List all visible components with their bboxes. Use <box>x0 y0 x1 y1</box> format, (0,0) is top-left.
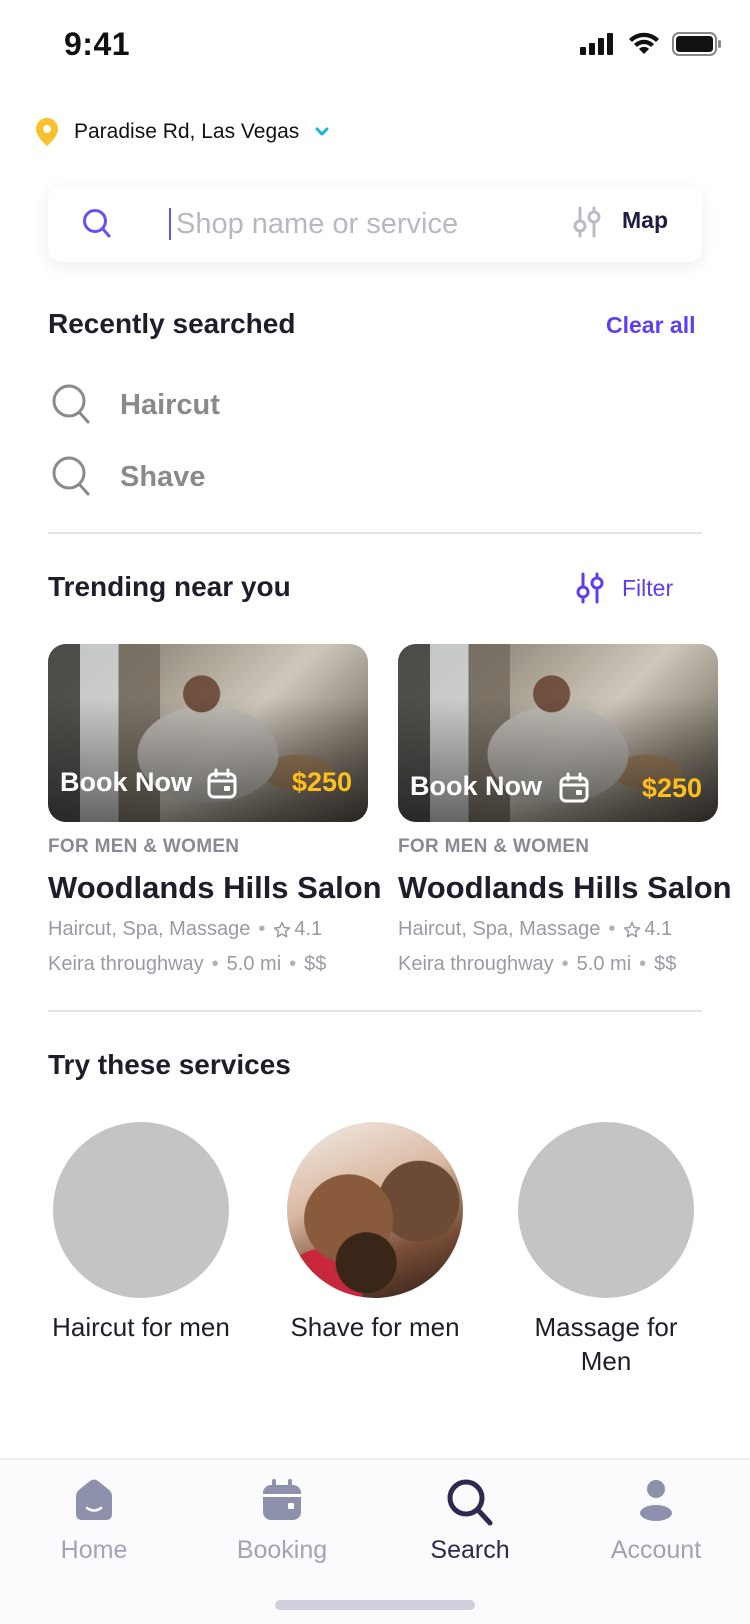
filter-sliders-icon[interactable] <box>572 206 602 238</box>
salon-services: Haircut, Spa, Massage <box>48 918 251 940</box>
salon-location-row: Keira throughway • 5.0 mi • $$ <box>48 953 368 976</box>
service-image-placeholder <box>518 1122 694 1298</box>
audience-tag: FOR MEN & WOMEN <box>398 836 590 857</box>
service-photo <box>287 1122 463 1298</box>
service-image-placeholder <box>53 1122 229 1298</box>
salon-rating: 4.1 <box>644 918 673 940</box>
separator-dot: • <box>289 953 297 975</box>
home-indicator <box>275 1600 475 1610</box>
status-time: 9:41 <box>64 26 131 62</box>
price-label: $250 <box>291 767 352 797</box>
recent-search-item[interactable]: Shave <box>52 456 205 498</box>
salon-services-row: Haircut, Spa, Massage • 4.1 <box>48 918 368 941</box>
battery-icon <box>672 32 721 56</box>
salon-distance: 5.0 mi <box>576 953 632 975</box>
recent-search-label: Haircut <box>120 388 220 421</box>
separator-dot: • <box>561 953 569 975</box>
section-divider <box>48 532 702 534</box>
salon-rating: 4.1 <box>294 918 323 940</box>
chevron-down-icon <box>315 127 329 136</box>
audience-tag: FOR MEN & WOMEN <box>48 836 240 857</box>
salon-price-level: $$ <box>654 953 677 975</box>
filter-button[interactable]: Filter <box>576 572 673 604</box>
salon-services: Haircut, Spa, Massage <box>398 918 601 940</box>
separator-dot: • <box>608 918 616 940</box>
tab-label: Booking <box>236 1536 328 1564</box>
user-icon <box>640 1480 672 1521</box>
service-item[interactable]: Massage for Men <box>494 1122 718 1378</box>
cellular-signal-icon <box>580 33 613 55</box>
text-caret <box>169 208 171 240</box>
service-label: Haircut for men <box>52 1312 230 1342</box>
search-icon <box>52 456 90 496</box>
wifi-icon <box>629 32 659 54</box>
search-icon <box>83 209 111 238</box>
recent-search-label: Shave <box>120 460 206 493</box>
tab-booking[interactable]: Booking <box>188 1478 376 1565</box>
location-text: Paradise Rd, Las Vegas <box>74 120 300 143</box>
recent-search-item[interactable]: Haircut <box>52 384 220 426</box>
map-button[interactable]: Map <box>622 207 668 234</box>
star-icon <box>624 921 641 937</box>
filter-label: Filter <box>622 574 674 601</box>
clear-all-button[interactable]: Clear all <box>606 312 696 339</box>
home-icon <box>76 1479 112 1520</box>
tab-label: Account <box>610 1536 702 1564</box>
separator-dot: • <box>639 953 647 975</box>
recently-searched-title: Recently searched <box>48 308 296 339</box>
salon-name: Woodlands Hills Salon <box>398 870 732 905</box>
location-selector[interactable]: Paradise Rd, Las Vegas <box>36 118 329 146</box>
tab-account[interactable]: Account <box>562 1478 750 1565</box>
price-label: $250 <box>641 773 702 803</box>
salon-card[interactable]: Book Now $250 FOR MEN & WOMEN Woodlands … <box>398 644 732 976</box>
calendar-icon <box>559 772 589 803</box>
salon-address: Keira throughway <box>398 953 554 975</box>
status-icons <box>580 32 722 56</box>
salon-photo: Book Now $250 <box>398 644 718 822</box>
service-item[interactable]: Haircut for men <box>26 1122 256 1344</box>
salon-price-level: $$ <box>304 953 327 975</box>
tab-label: Search <box>430 1536 510 1564</box>
salon-distance: 5.0 mi <box>226 953 282 975</box>
separator-dot: • <box>211 953 219 975</box>
service-label: Shave for men <box>290 1312 460 1342</box>
separator-dot: • <box>258 918 266 940</box>
salon-photo: Book Now $250 <box>48 644 368 822</box>
calendar-icon <box>207 768 237 799</box>
salon-address: Keira throughway <box>48 953 204 975</box>
calendar-icon <box>263 1479 301 1520</box>
salon-card[interactable]: Book Now $250 FOR MEN & WOMEN Woodlands … <box>48 644 382 976</box>
filter-sliders-icon <box>576 572 604 604</box>
salon-services-row: Haircut, Spa, Massage • 4.1 <box>398 918 718 941</box>
book-now-button[interactable]: Book Now <box>60 767 192 798</box>
star-icon <box>274 921 291 937</box>
tab-label: Home <box>60 1536 128 1564</box>
salon-location-row: Keira throughway • 5.0 mi • $$ <box>398 953 718 976</box>
trending-title: Trending near you <box>48 571 291 602</box>
book-now-button[interactable]: Book Now <box>410 771 542 802</box>
status-bar: 9:41 <box>0 0 750 92</box>
search-input[interactable] <box>176 204 596 244</box>
section-divider <box>48 1010 702 1012</box>
services-title: Try these services <box>48 1049 291 1080</box>
search-icon <box>447 1479 493 1526</box>
search-box: Map <box>48 186 702 262</box>
search-icon <box>52 384 90 424</box>
tab-home[interactable]: Home <box>0 1478 188 1565</box>
tab-search[interactable]: Search <box>376 1478 564 1565</box>
service-item[interactable]: Shave for men <box>260 1122 490 1344</box>
location-pin-icon <box>36 118 58 146</box>
salon-name: Woodlands Hills Salon <box>48 870 382 905</box>
service-label: Massage for Men <box>534 1312 678 1376</box>
